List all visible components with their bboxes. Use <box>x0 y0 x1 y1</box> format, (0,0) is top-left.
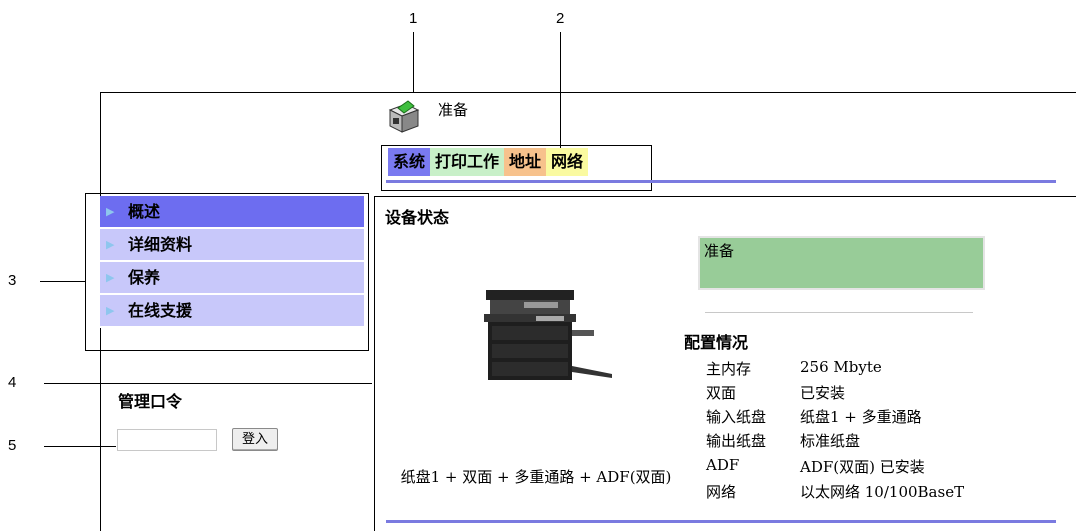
content-divider <box>374 196 375 531</box>
callout-4: 4 <box>8 374 17 391</box>
config-value-network: 以太网络 10/100BaseT <box>800 483 965 501</box>
triangle-right-icon: ▶ <box>106 205 115 218</box>
admin-password-input[interactable] <box>117 429 217 451</box>
tab-network[interactable]: 网络 <box>546 148 589 176</box>
callout-2: 2 <box>556 10 565 27</box>
callout-5: 5 <box>8 437 17 454</box>
printer-status-icon <box>384 96 424 136</box>
config-key-input-tray: 输入纸盘 <box>706 408 767 426</box>
triangle-right-icon: ▶ <box>106 304 115 317</box>
content-bottom-rule <box>386 520 1056 523</box>
status-display-text: 准备 <box>704 242 735 260</box>
callout-1: 1 <box>409 10 418 27</box>
config-key-memory: 主内存 <box>706 360 752 378</box>
config-value-duplex: 已安装 <box>800 384 846 402</box>
config-key-network: 网络 <box>706 483 737 501</box>
config-title: 配置情况 <box>684 333 749 352</box>
sidebar-item-label: 详细资料 <box>128 235 193 254</box>
sidebar-item-maintenance[interactable]: ▶ 保养 <box>100 262 364 295</box>
config-key-duplex: 双面 <box>706 384 737 402</box>
callout-5-leader <box>44 446 116 447</box>
config-key-adf: ADF <box>706 456 740 474</box>
sidebar-item-details[interactable]: ▶ 详细资料 <box>100 229 364 262</box>
config-value-input-tray: 纸盘1 + 多重通路 <box>800 408 922 426</box>
sidebar-item-online-support[interactable]: ▶ 在线支援 <box>100 295 364 328</box>
triangle-right-icon: ▶ <box>106 238 115 251</box>
header-status-text: 准备 <box>438 101 469 119</box>
callout-3-leader <box>40 281 85 282</box>
config-key-output-tray: 输出纸盘 <box>706 432 767 450</box>
status-divider <box>705 312 973 313</box>
config-value-adf: ADF(双面) 已安装 <box>800 458 925 476</box>
callout-1-leader <box>413 32 414 92</box>
config-value-memory: 256 Mbyte <box>800 358 882 376</box>
content-top-border <box>374 196 1076 197</box>
triangle-right-icon: ▶ <box>106 271 115 284</box>
sidebar-item-label: 保养 <box>128 268 161 287</box>
tab-address[interactable]: 地址 <box>504 148 547 176</box>
admin-password-title: 管理口令 <box>118 392 183 411</box>
tab-print-jobs[interactable]: 打印工作 <box>430 148 505 176</box>
sidebar-item-label: 概述 <box>128 202 161 221</box>
device-status-heading: 设备状态 <box>385 208 450 227</box>
login-button[interactable]: 登入 <box>232 428 278 451</box>
device-image <box>484 286 614 386</box>
config-value-output-tray: 标准纸盘 <box>800 432 861 450</box>
callout-4-leader <box>44 383 372 384</box>
page-top-border <box>100 92 1076 93</box>
tab-underline <box>386 180 1056 183</box>
paper-config-caption: 纸盘1 + 双面 + 多重通路 + ADF(双面) <box>400 468 672 486</box>
tab-system[interactable]: 系统 <box>388 148 431 176</box>
sidebar-item-label: 在线支援 <box>128 301 193 320</box>
tab-bar: 系统 打印工作 地址 网络 <box>388 148 589 176</box>
status-display-box: 准备 <box>698 236 985 290</box>
callout-3: 3 <box>8 272 17 289</box>
sidebar-item-overview[interactable]: ▶ 概述 <box>100 196 364 229</box>
